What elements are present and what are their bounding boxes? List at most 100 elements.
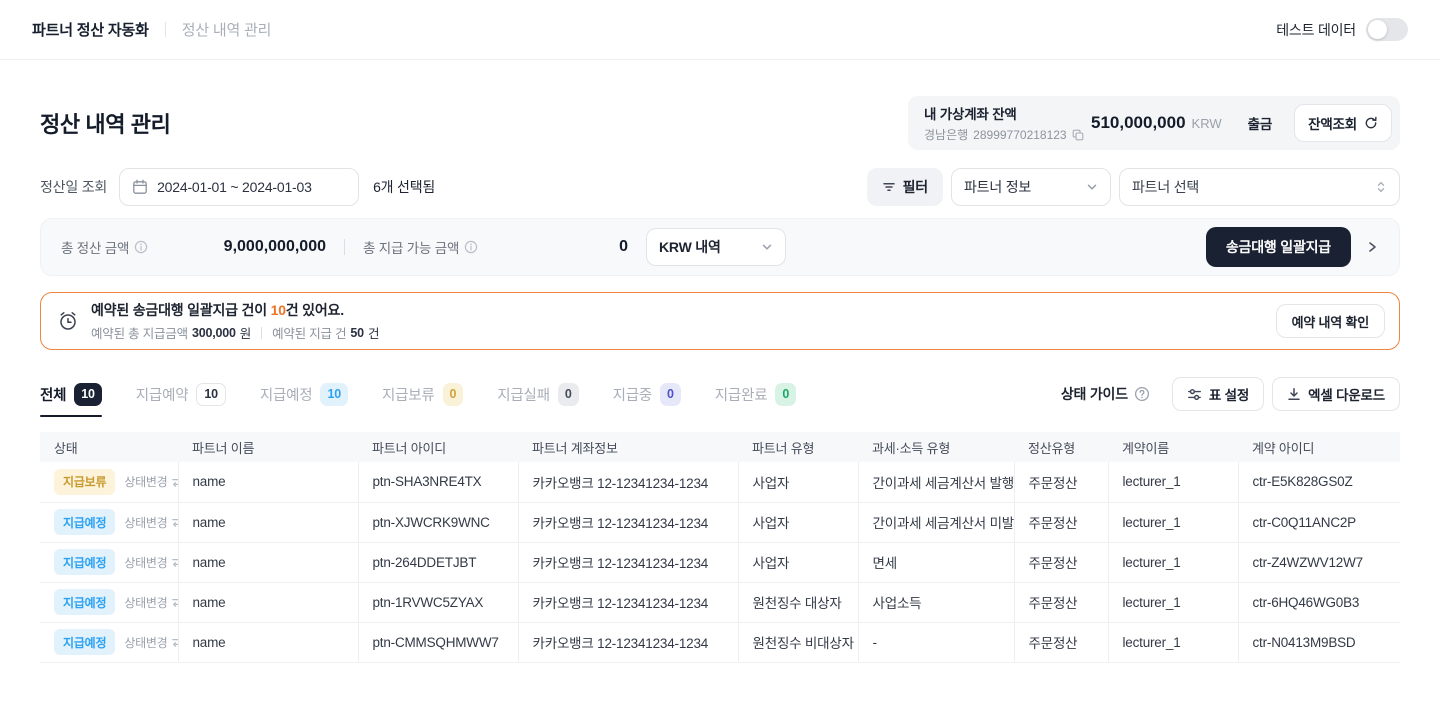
tab-count-badge: 0	[558, 383, 579, 406]
info-icon[interactable]	[464, 240, 478, 254]
chevron-down-icon	[761, 241, 773, 253]
table-row: 지급예정 상태변경 name ptn-264DDETJBT 카카오뱅크 12-1…	[40, 542, 1400, 582]
notice-details: 예약된 총 지급금액300,000원 예약된 지급 건50건	[91, 323, 379, 342]
status-change-link[interactable]: 상태변경	[124, 554, 178, 571]
tax-type-cell: 면세	[858, 542, 1014, 582]
test-data-toggle[interactable]	[1366, 18, 1408, 41]
col-partner-type: 파트너 유형	[738, 432, 858, 462]
partner-name-cell: name	[178, 542, 358, 582]
settlement-type-cell: 주문정산	[1014, 582, 1108, 622]
partner-type-cell: 원천징수 대상자	[738, 582, 858, 622]
copy-icon[interactable]	[1072, 129, 1084, 141]
total-settlement-value: 9,000,000,000	[224, 238, 326, 256]
filter-button[interactable]: 필터	[867, 168, 943, 206]
table-settings-button[interactable]: 표 설정	[1172, 377, 1264, 411]
partner-info-dropdown[interactable]: 파트너 정보	[951, 168, 1111, 206]
tab-전체[interactable]: 전체 10	[40, 376, 102, 412]
col-settlement-type: 정산유형	[1014, 432, 1108, 462]
status-change-link[interactable]: 상태변경	[124, 514, 178, 531]
contract-name-cell: lecturer_1	[1108, 582, 1238, 622]
app-title: 파트너 정산 자동화	[32, 19, 149, 40]
virtual-account-balance-card: 내 가상계좌 잔액 경남은행 28999770218123 510,000,00…	[908, 96, 1400, 150]
tab-label: 지급완료	[715, 384, 768, 405]
col-partner-account: 파트너 계좌정보	[518, 432, 738, 462]
reserved-count: 10	[271, 302, 286, 318]
partner-account-cell: 카카오뱅크 12-12341234-1234	[518, 622, 738, 662]
settlement-type-cell: 주문정산	[1014, 622, 1108, 662]
partner-id-cell: ptn-1RVWC5ZYAX	[358, 582, 518, 622]
status-change-link[interactable]: 상태변경	[124, 594, 178, 611]
partner-account-cell: 카카오뱅크 12-12341234-1234	[518, 542, 738, 582]
partner-name-cell: name	[178, 462, 358, 502]
partner-select-combobox[interactable]: 파트너 선택	[1119, 168, 1400, 206]
partner-type-cell: 사업자	[738, 462, 858, 502]
total-settlement-label: 총 정산 금액	[61, 237, 129, 257]
table-row: 지급예정 상태변경 name ptn-CMMSQHMWW7 카카오뱅크 12-1…	[40, 622, 1400, 662]
divider	[261, 327, 262, 339]
partner-id-cell: ptn-CMMSQHMWW7	[358, 622, 518, 662]
settlement-type-cell: 주문정산	[1014, 502, 1108, 542]
currency-history-dropdown[interactable]: KRW 내역	[646, 228, 786, 266]
filter-icon	[882, 180, 896, 194]
tab-label: 지급보류	[382, 384, 435, 405]
settlement-table: 상태 파트너 이름 파트너 아이디 파트너 계좌정보 파트너 유형 과세·소득 …	[40, 432, 1400, 663]
col-partner-id: 파트너 아이디	[358, 432, 518, 462]
toggle-knob	[1368, 20, 1387, 39]
tab-label: 지급예약	[136, 384, 189, 405]
contract-id-cell: ctr-6HQ46WG0B3	[1238, 582, 1400, 622]
reservation-notice-banner: 예약된 송금대행 일괄지급 건이 10건 있어요. 예약된 총 지급금액300,…	[40, 292, 1400, 350]
tax-type-cell: 사업소득	[858, 582, 1014, 622]
excel-download-button[interactable]: 엑셀 다운로드	[1272, 377, 1400, 411]
download-icon	[1287, 387, 1301, 401]
tab-지급보류[interactable]: 지급보류 0	[382, 376, 463, 412]
settlement-summary-bar: 총 정산 금액 9,000,000,000 총 지급 가능 금액 0 KRW 내…	[40, 218, 1400, 276]
tab-count-badge: 0	[660, 383, 681, 406]
nav-current-page: 정산 내역 관리	[182, 19, 272, 40]
date-range-input[interactable]: 2024-01-01 ~ 2024-01-03	[119, 168, 359, 206]
col-tax-type: 과세·소득 유형	[858, 432, 1014, 462]
tab-지급예약[interactable]: 지급예약 10	[136, 376, 226, 412]
contract-name-cell: lecturer_1	[1108, 502, 1238, 542]
partner-name-cell: name	[178, 502, 358, 542]
bulk-pay-button[interactable]: 송금대행 일괄지급	[1206, 227, 1351, 267]
tab-지급완료[interactable]: 지급완료 0	[715, 376, 796, 412]
info-icon[interactable]	[134, 240, 148, 254]
partner-type-cell: 사업자	[738, 502, 858, 542]
tab-지급실패[interactable]: 지급실패 0	[497, 376, 578, 412]
status-change-link[interactable]: 상태변경	[124, 473, 178, 490]
swap-icon	[171, 516, 178, 528]
swap-icon	[171, 476, 178, 488]
settlement-date-label: 정산일 조회	[40, 177, 107, 197]
check-balance-button[interactable]: 잔액조회	[1294, 104, 1392, 142]
tab-count-badge: 0	[443, 383, 464, 406]
tab-count-badge: 10	[74, 383, 102, 406]
tab-label: 지급예정	[260, 384, 313, 405]
reservation-detail-button[interactable]: 예약 내역 확인	[1276, 304, 1385, 338]
tab-count-badge: 10	[196, 383, 226, 406]
tab-지급예정[interactable]: 지급예정 10	[260, 376, 348, 412]
chevron-right-icon[interactable]	[1365, 240, 1379, 254]
partner-name-cell: name	[178, 582, 358, 622]
swap-icon	[171, 556, 178, 568]
status-badge: 지급예정	[54, 589, 115, 615]
partner-id-cell: ptn-264DDETJBT	[358, 542, 518, 582]
partner-account-cell: 카카오뱅크 12-12341234-1234	[518, 502, 738, 542]
tab-지급중[interactable]: 지급중 0	[613, 376, 681, 412]
contract-id-cell: ctr-N0413M9BSD	[1238, 622, 1400, 662]
table-row: 지급예정 상태변경 name ptn-1RVWC5ZYAX 카카오뱅크 12-1…	[40, 582, 1400, 622]
nav-divider	[165, 22, 166, 37]
tax-type-cell: 간이과세 세금계산서 미발행	[858, 502, 1014, 542]
status-change-link[interactable]: 상태변경	[124, 634, 178, 651]
partner-id-cell: ptn-XJWCRK9WNC	[358, 502, 518, 542]
reserved-amount: 300,000	[192, 326, 236, 340]
status-guide-link[interactable]: 상태 가이드	[1061, 384, 1150, 404]
payable-value: 0	[619, 238, 628, 256]
settlement-type-cell: 주문정산	[1014, 462, 1108, 502]
tab-label: 지급실패	[497, 384, 550, 405]
status-badge: 지급예정	[54, 549, 115, 575]
breadcrumb: 파트너 정산 자동화 정산 내역 관리	[32, 19, 271, 40]
partner-id-cell: ptn-SHA3NRE4TX	[358, 462, 518, 502]
account-number: 28999770218123	[973, 128, 1066, 142]
withdraw-button[interactable]: 출금	[1248, 113, 1272, 133]
partner-account-cell: 카카오뱅크 12-12341234-1234	[518, 582, 738, 622]
